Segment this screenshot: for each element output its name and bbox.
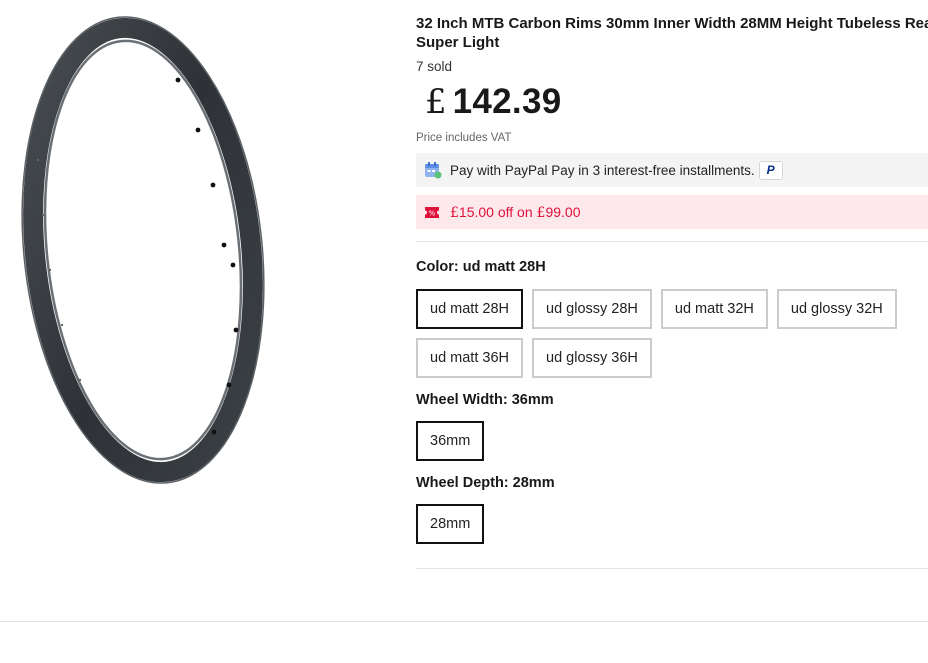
- product-info: 32 Inch MTB Carbon Rims 30mm Inner Width…: [416, 14, 928, 569]
- price-currency: £: [425, 82, 447, 122]
- section-divider: [0, 621, 928, 622]
- color-label: Color:: [416, 259, 459, 275]
- paypal-text: Pay with PayPal Pay in 3 interest-free i…: [450, 162, 755, 178]
- color-option-label: Color: ud matt 28H: [416, 259, 928, 275]
- width-choices: 36mm: [416, 421, 928, 461]
- divider: [416, 241, 928, 242]
- promo-threshold: 99.00: [545, 203, 581, 220]
- width-chip[interactable]: 36mm: [416, 421, 485, 461]
- promo-discount: 15.00: [458, 203, 494, 220]
- promo-banner[interactable]: % £15.00 off on £99.00: [416, 195, 928, 229]
- width-selected-value: 36mm: [511, 392, 554, 408]
- color-chip[interactable]: ud matt 32H: [660, 289, 768, 329]
- depth-option-label: Wheel Depth: 28mm: [416, 475, 928, 491]
- color-chip[interactable]: ud glossy 28H: [532, 289, 652, 329]
- depth-selected-value: 28mm: [512, 475, 555, 491]
- promo-text: £15.00 off on £99.00: [450, 204, 581, 221]
- color-choices: ud matt 28H ud glossy 28H ud matt 32H ud…: [416, 289, 928, 378]
- vat-note: Price includes VAT: [416, 132, 512, 144]
- depth-chip[interactable]: 28mm: [416, 504, 485, 544]
- paypal-logo-icon: P: [758, 160, 783, 180]
- color-selected-value: ud matt 28H: [462, 259, 546, 275]
- width-label: Wheel Width:: [416, 392, 508, 408]
- divider: [416, 568, 928, 569]
- paypal-installments-banner[interactable]: Pay with PayPal Pay in 3 interest-free i…: [416, 153, 928, 187]
- depth-choices: 28mm: [416, 504, 928, 544]
- sold-count: 7 sold: [416, 59, 453, 74]
- promo-currency: £: [450, 204, 459, 221]
- color-chip[interactable]: ud glossy 36H: [532, 338, 652, 378]
- coupon-icon: %: [425, 206, 439, 218]
- calendar-icon: [425, 162, 442, 179]
- price-value: 142.39: [452, 82, 562, 121]
- svg-text:%: %: [429, 209, 436, 217]
- product-title: 32 Inch MTB Carbon Rims 30mm Inner Width…: [416, 15, 928, 51]
- price-row: £ 142.39: [416, 82, 928, 126]
- color-chip[interactable]: ud glossy 32H: [776, 289, 897, 329]
- color-chip[interactable]: ud matt 36H: [416, 338, 523, 378]
- promo-mid: off on: [493, 203, 537, 220]
- color-chip[interactable]: ud matt 28H: [416, 289, 523, 329]
- product-image[interactable]: [0, 0, 400, 500]
- depth-label: Wheel Depth:: [416, 475, 509, 491]
- width-option-label: Wheel Width: 36mm: [416, 392, 928, 408]
